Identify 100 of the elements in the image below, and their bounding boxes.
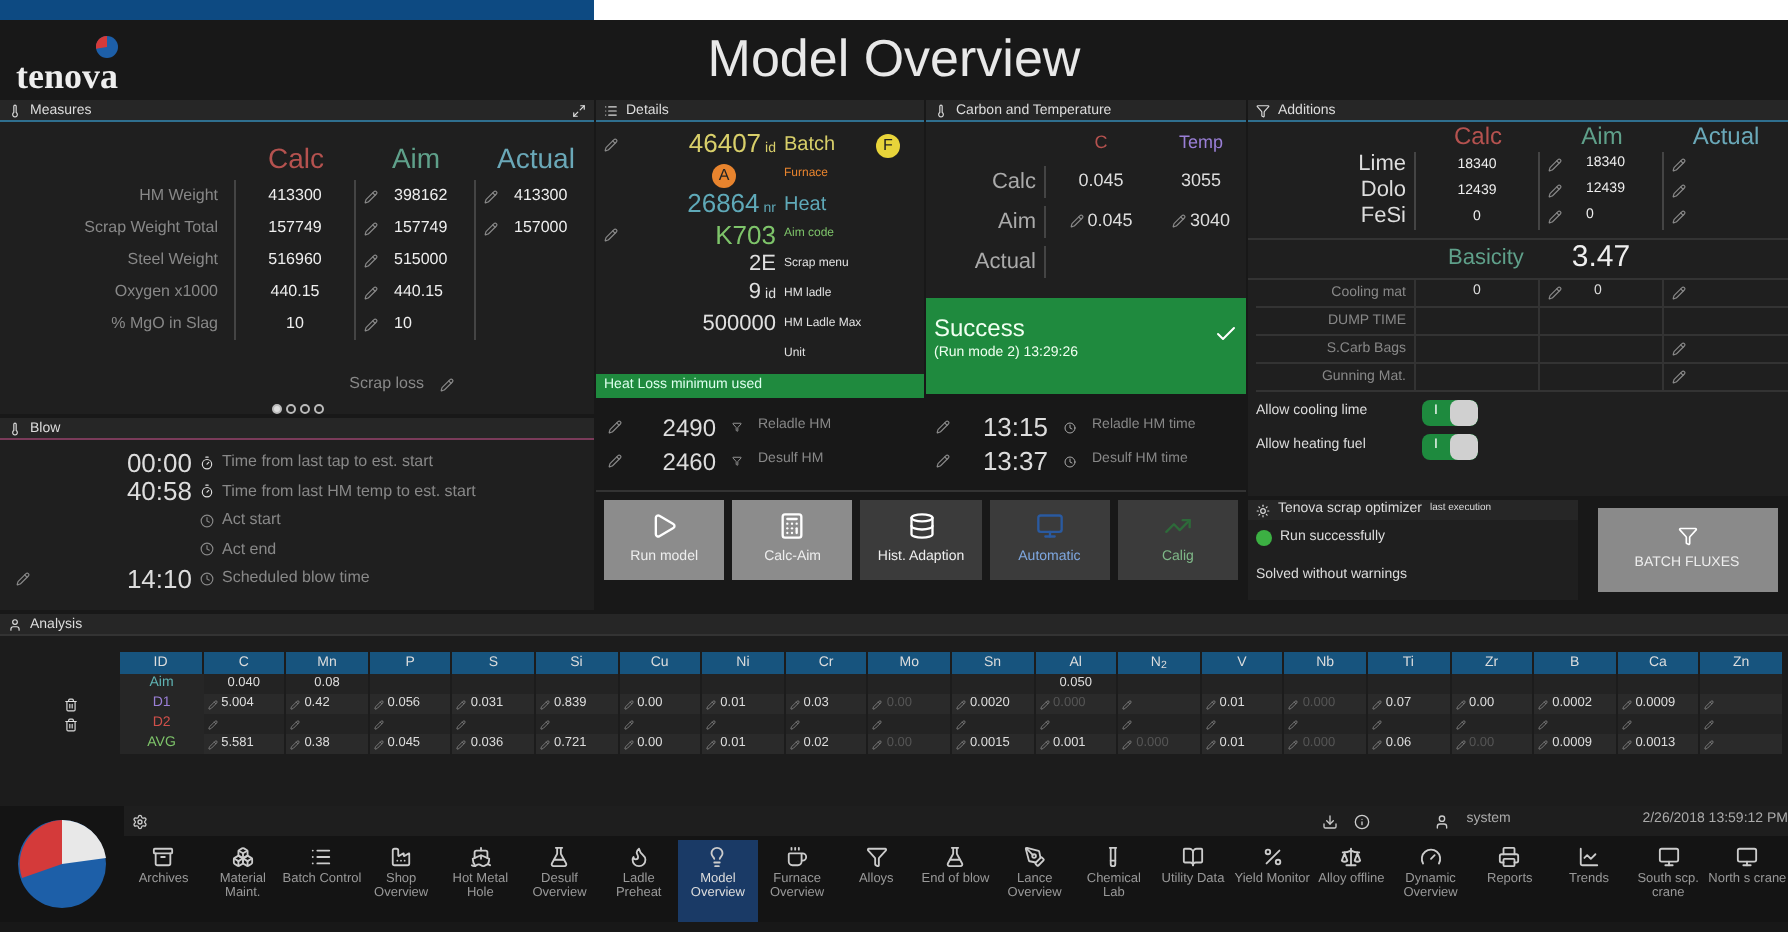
column-header: Aim bbox=[1579, 122, 1625, 152]
pencil-icon[interactable] bbox=[1205, 739, 1216, 749]
pencil-icon[interactable] bbox=[1039, 719, 1050, 729]
row-label: FeSi bbox=[1256, 204, 1416, 230]
pencil-icon[interactable] bbox=[484, 189, 498, 203]
trash-icon[interactable] bbox=[63, 717, 77, 731]
pencil-icon[interactable] bbox=[1288, 699, 1299, 709]
pencil-icon[interactable] bbox=[1205, 699, 1216, 709]
stopwatch-icon bbox=[200, 484, 214, 499]
pencil-icon[interactable] bbox=[1538, 739, 1549, 749]
pencil-icon[interactable] bbox=[872, 719, 883, 729]
funnel-icon bbox=[732, 422, 742, 432]
pencil-icon[interactable] bbox=[1672, 158, 1686, 172]
pencil-icon[interactable] bbox=[607, 420, 621, 434]
pencil-icon[interactable] bbox=[1205, 719, 1216, 729]
pencil-icon[interactable] bbox=[1039, 739, 1050, 749]
settings-icon[interactable] bbox=[132, 813, 148, 829]
pencil-icon[interactable] bbox=[1621, 719, 1632, 729]
pencil-icon[interactable] bbox=[1548, 210, 1562, 224]
pencil-icon[interactable] bbox=[1621, 739, 1632, 749]
pencil-icon[interactable] bbox=[1171, 214, 1186, 228]
pencil-icon[interactable] bbox=[706, 719, 717, 729]
pencil-icon[interactable] bbox=[207, 719, 218, 729]
pencil-icon[interactable] bbox=[456, 719, 467, 729]
pencil-icon[interactable] bbox=[1672, 286, 1686, 300]
pencil-icon[interactable] bbox=[872, 739, 883, 749]
pencil-icon[interactable] bbox=[1621, 699, 1632, 709]
pencil-icon[interactable] bbox=[364, 221, 378, 235]
pencil-icon[interactable] bbox=[623, 699, 634, 709]
pencil-icon[interactable] bbox=[1704, 719, 1715, 729]
pencil-icon[interactable] bbox=[290, 739, 301, 749]
pencil-icon[interactable] bbox=[706, 699, 717, 709]
pencil-icon[interactable] bbox=[706, 739, 717, 749]
pencil-icon[interactable] bbox=[955, 699, 966, 709]
pencil-icon[interactable] bbox=[955, 739, 966, 749]
pencil-icon[interactable] bbox=[935, 454, 949, 468]
pencil-icon[interactable] bbox=[623, 739, 634, 749]
row-label: Scrap Weight Total bbox=[16, 212, 236, 244]
pencil-icon[interactable] bbox=[1455, 699, 1465, 709]
trash-icon[interactable] bbox=[63, 697, 77, 711]
pencil-icon[interactable] bbox=[1371, 719, 1382, 729]
pencil-icon[interactable] bbox=[1288, 739, 1299, 749]
pencil-icon[interactable] bbox=[373, 739, 384, 749]
lightbulb-icon bbox=[706, 846, 729, 868]
pencil-icon[interactable] bbox=[604, 138, 618, 152]
pencil-icon[interactable] bbox=[789, 699, 800, 709]
pencil-icon[interactable] bbox=[373, 699, 384, 709]
pencil-icon[interactable] bbox=[789, 739, 800, 749]
pencil-icon[interactable] bbox=[364, 253, 378, 267]
pencil-icon[interactable] bbox=[1672, 370, 1686, 384]
pencil-icon[interactable] bbox=[1548, 286, 1562, 300]
pencil-icon[interactable] bbox=[1122, 739, 1133, 749]
pencil-icon[interactable] bbox=[539, 739, 550, 749]
pencil-icon[interactable] bbox=[872, 699, 883, 709]
pencil-icon[interactable] bbox=[539, 719, 550, 729]
pencil-icon[interactable] bbox=[1672, 342, 1686, 356]
pencil-icon[interactable] bbox=[1672, 184, 1686, 198]
pencil-icon[interactable] bbox=[456, 739, 467, 749]
pencil-icon[interactable] bbox=[623, 719, 634, 729]
pencil-icon[interactable] bbox=[1069, 214, 1084, 228]
pencil-icon[interactable] bbox=[364, 285, 378, 299]
pencil-icon[interactable] bbox=[604, 228, 618, 242]
pencil-icon[interactable] bbox=[789, 719, 800, 729]
pencil-icon[interactable] bbox=[1122, 699, 1133, 709]
pencil-icon[interactable] bbox=[1455, 739, 1465, 749]
stopwatch-icon bbox=[200, 455, 214, 470]
detail-label: Heat bbox=[784, 192, 827, 220]
pencil-icon[interactable] bbox=[456, 699, 467, 709]
pencil-icon[interactable] bbox=[935, 420, 949, 434]
pencil-icon[interactable] bbox=[364, 317, 378, 331]
pencil-icon[interactable] bbox=[1704, 739, 1715, 749]
pencil-icon[interactable] bbox=[373, 719, 384, 729]
pencil-icon[interactable] bbox=[15, 571, 29, 586]
pencil-icon[interactable] bbox=[1122, 719, 1133, 729]
time-label: Scheduled blow time bbox=[222, 566, 370, 591]
pencil-icon[interactable] bbox=[1371, 739, 1382, 749]
pencil-icon[interactable] bbox=[1288, 719, 1299, 729]
pencil-icon[interactable] bbox=[440, 377, 454, 391]
pencil-icon[interactable] bbox=[1548, 158, 1562, 172]
pencil-icon[interactable] bbox=[484, 221, 498, 235]
pencil-icon[interactable] bbox=[955, 719, 966, 729]
pencil-icon[interactable] bbox=[1672, 210, 1686, 224]
pencil-icon[interactable] bbox=[607, 454, 621, 468]
pencil-icon[interactable] bbox=[1538, 699, 1549, 709]
pencil-icon[interactable] bbox=[207, 739, 218, 749]
pencil-icon[interactable] bbox=[1371, 699, 1382, 709]
info-icon[interactable] bbox=[1354, 813, 1371, 829]
expand-icon[interactable] bbox=[572, 103, 586, 117]
pencil-icon[interactable] bbox=[290, 699, 301, 709]
pencil-icon[interactable] bbox=[1538, 719, 1549, 729]
pencil-icon[interactable] bbox=[207, 699, 218, 709]
download-icon[interactable] bbox=[1322, 813, 1339, 829]
pencil-icon[interactable] bbox=[364, 189, 378, 203]
pencil-icon[interactable] bbox=[1039, 699, 1050, 709]
pencil-icon[interactable] bbox=[290, 719, 301, 729]
pencil-icon[interactable] bbox=[1704, 699, 1715, 709]
pencil-icon[interactable] bbox=[1548, 184, 1562, 198]
pencil-icon[interactable] bbox=[1455, 719, 1465, 729]
aim-value: 157749 bbox=[394, 216, 448, 240]
pencil-icon[interactable] bbox=[539, 699, 550, 709]
